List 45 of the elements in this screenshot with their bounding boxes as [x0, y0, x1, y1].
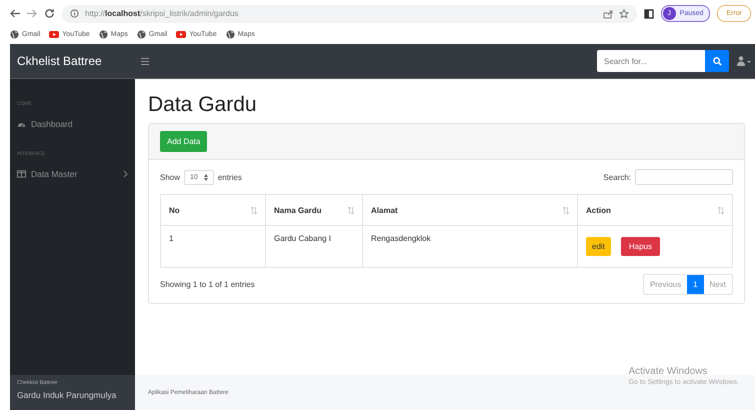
- table-cell: Rengasdengklok: [362, 226, 578, 268]
- page-title: Data Gardu: [148, 93, 258, 117]
- table-search-field[interactable]: [635, 169, 733, 185]
- sidebar-item[interactable]: Data Master: [10, 163, 135, 193]
- video-logo-icon: [176, 30, 186, 38]
- search-field[interactable]: Search for...: [597, 50, 705, 72]
- column-header[interactable]: Action: [578, 194, 732, 226]
- activation-title: Activate Windows: [628, 366, 708, 377]
- table-info: Showing 1 to 1 of 1 entries: [160, 280, 255, 289]
- entries-label: entries: [218, 172, 242, 182]
- sidepanel-icon[interactable]: [644, 8, 654, 18]
- action-button[interactable]: edit: [586, 237, 611, 256]
- back-icon[interactable]: [10, 9, 20, 18]
- user-menu-icon[interactable]: [737, 56, 751, 66]
- gauge-icon: [17, 120, 26, 128]
- url-text: http://localhost/skripsi_listrik/admin/gardus: [85, 9, 238, 18]
- page-link[interactable]: 1: [687, 275, 704, 294]
- search-icon: [712, 56, 722, 66]
- search-label: Search:: [603, 172, 631, 182]
- globe-icon: [98, 30, 108, 38]
- column-header[interactable]: Nama Gardu: [266, 194, 362, 226]
- updown-icon: [204, 174, 208, 180]
- column-header[interactable]: Alamat: [362, 194, 578, 226]
- address-bar[interactable]: http://localhost/skripsi_listrik/admin/gardus: [62, 4, 637, 22]
- menu-icon[interactable]: [141, 58, 149, 64]
- brand-title[interactable]: Ckhelist Battree: [10, 54, 135, 68]
- column-header[interactable]: No: [160, 194, 266, 226]
- globe-icon: [10, 30, 19, 38]
- sidebar-footer-name: Gardu Induk Parungmulya: [17, 390, 118, 400]
- table-cell: 1: [160, 226, 266, 268]
- sidebar-item[interactable]: Dashboard: [10, 113, 135, 143]
- chevron-icon: [123, 170, 128, 178]
- share-icon[interactable]: [602, 8, 613, 18]
- table-cell: Gardu Cabang I: [266, 226, 362, 268]
- forward-icon[interactable]: [27, 9, 37, 18]
- video-logo-icon: [49, 30, 60, 38]
- search-button[interactable]: [705, 50, 729, 72]
- show-label: Show: [160, 172, 180, 182]
- globe-icon: [136, 30, 146, 38]
- info-icon: [70, 9, 79, 18]
- reload-icon[interactable]: [44, 8, 55, 19]
- globe-icon: [226, 30, 235, 38]
- star-icon[interactable]: [618, 8, 629, 18]
- columns-icon: [17, 170, 26, 178]
- action-button[interactable]: Hapus: [620, 237, 660, 256]
